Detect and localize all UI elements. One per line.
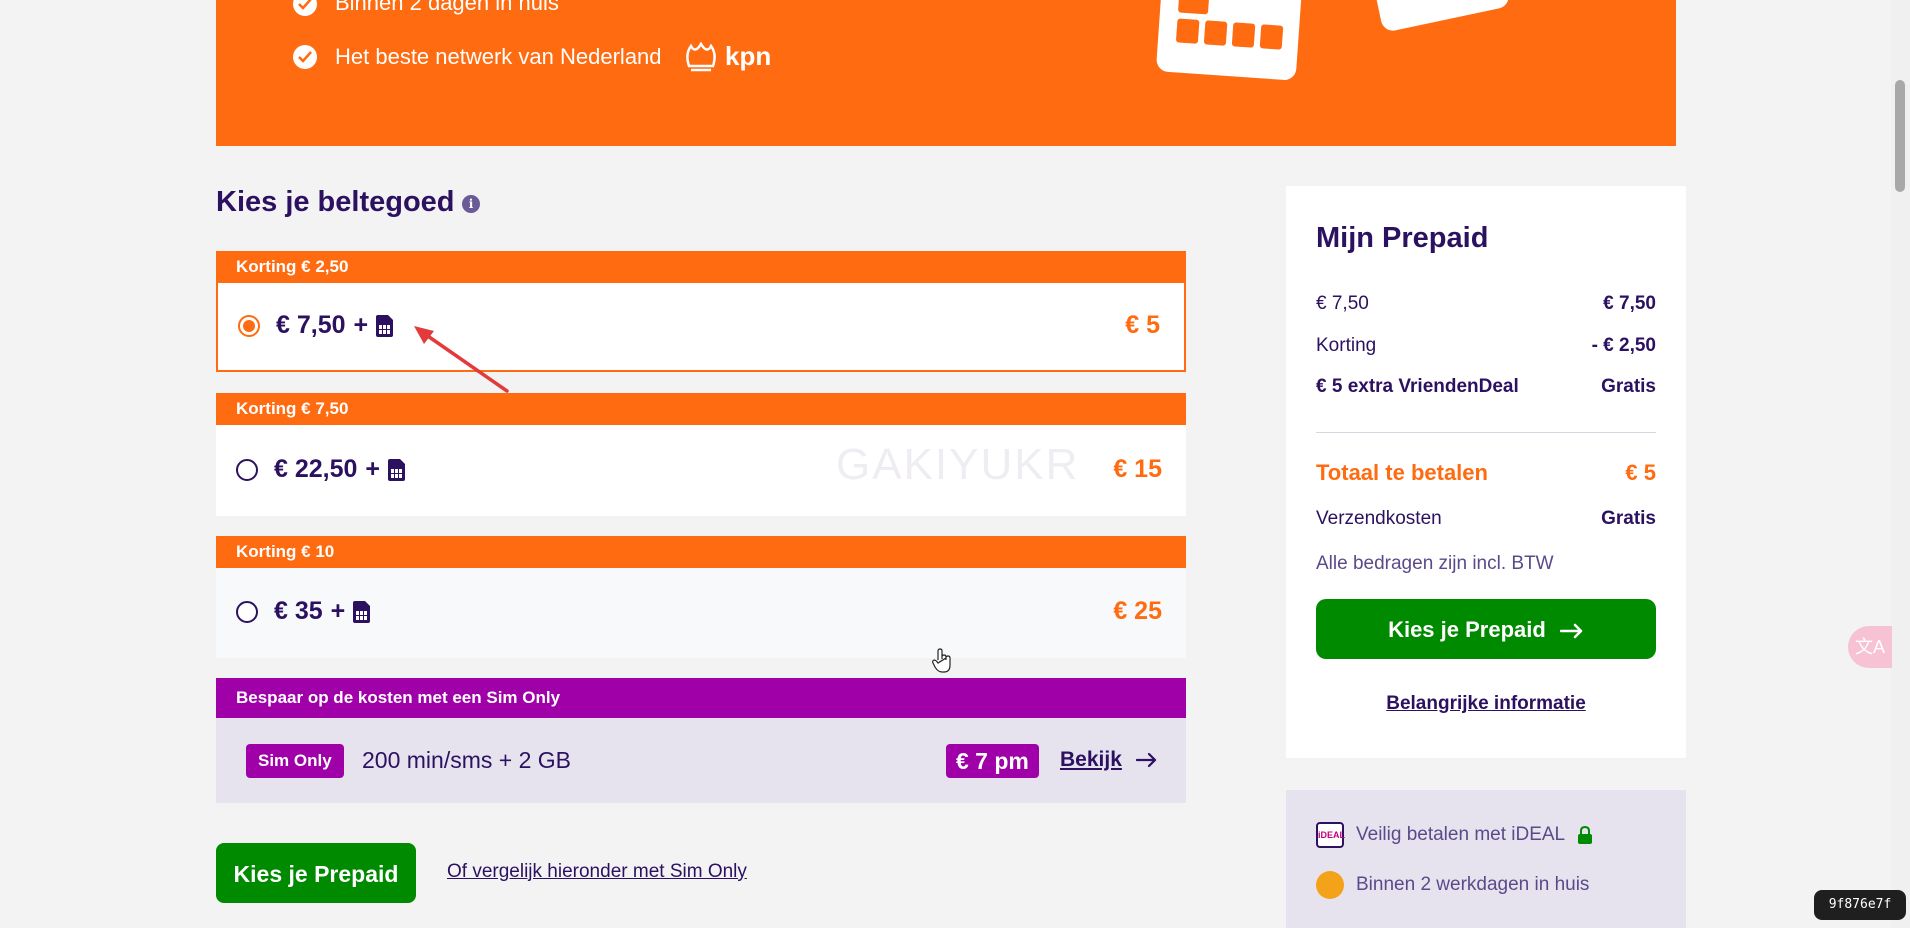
hero-banner: Binnen 2 dagen in huis Het beste netwerk… <box>216 0 1676 146</box>
button-label: Kies je Prepaid <box>1388 617 1546 642</box>
option-price: € 5 <box>1125 311 1160 339</box>
page-title: Kies je beltegoed <box>216 186 455 218</box>
lock-icon <box>1578 826 1593 844</box>
option-discount-label: Korting € 2,50 <box>216 251 1186 283</box>
summary-row-label: € 5 extra VriendenDeal <box>1316 376 1519 397</box>
trust-item-ideal: iDEAL Veilig betalen met iDEAL <box>1316 822 1593 848</box>
annotation-arrow <box>414 326 509 393</box>
divider <box>1316 432 1656 433</box>
hand-cursor-icon <box>932 648 951 673</box>
summary-row-label: Korting <box>1316 335 1377 356</box>
sim-card-icon <box>388 458 406 481</box>
sim-only-header: Bespaar op de kosten met een Sim Only <box>216 678 1186 718</box>
sim-card-illustration <box>1156 0 1509 80</box>
summary-title: Mijn Prepaid <box>1316 222 1489 254</box>
summary-row-value: - € 2,50 <box>1591 335 1656 356</box>
hero-benefit-delivery: Binnen 2 dagen in huis <box>335 0 559 15</box>
plus-sign: + <box>365 455 381 483</box>
kpn-wordmark: kpn <box>725 40 772 71</box>
important-info-link[interactable]: Belangrijke informatie <box>1286 693 1686 715</box>
plus-sign: + <box>330 597 346 625</box>
choose-prepaid-button[interactable]: Kies je Prepaid <box>216 843 416 903</box>
hero-benefit-network: Het beste netwerk van Nederland <box>335 44 662 69</box>
summary-shipping: Verzendkosten Gratis <box>1316 508 1656 530</box>
credit-option-7-50[interactable]: € 7,50 + € 5 <box>216 283 1186 372</box>
option-amount: € 35 <box>274 597 323 625</box>
trust-item-delivery: Binnen 2 werkdagen in huis <box>1316 871 1589 899</box>
info-icon[interactable]: i <box>462 195 480 213</box>
kpn-logo: kpn <box>683 34 771 78</box>
credit-option-35[interactable]: € 35 + € 25 <box>216 568 1186 658</box>
postnl-icon <box>1316 871 1344 899</box>
shipping-value: Gratis <box>1601 508 1656 529</box>
arrow-right-icon[interactable] <box>1136 752 1158 768</box>
option-amount-row: € 35 + <box>274 597 371 626</box>
trust-text: Binnen 2 werkdagen in huis <box>1356 874 1590 895</box>
ideal-icon: iDEAL <box>1316 822 1345 848</box>
summary-row-value: € 7,50 <box>1603 293 1656 314</box>
summary-total: Totaal te betalen € 5 <box>1316 460 1656 486</box>
crown-icon <box>686 41 716 72</box>
sim-card-icon <box>353 600 371 623</box>
check-icon <box>293 45 317 69</box>
compare-sim-only-link[interactable]: Of vergelijk hieronder met Sim Only <box>447 861 747 883</box>
summary-row: Korting - € 2,50 <box>1316 335 1656 357</box>
summary-row: € 5 extra VriendenDeal Gratis <box>1316 376 1656 398</box>
radio-button[interactable] <box>238 315 260 337</box>
option-discount-label: Korting € 10 <box>216 536 1186 568</box>
summary-row: € 7,50 € 7,50 <box>1316 293 1656 315</box>
radio-button[interactable] <box>236 601 258 623</box>
option-price: € 25 <box>1113 597 1162 625</box>
sim-only-promo: Sim Only 200 min/sms + 2 GB € 7 pm Bekij… <box>216 718 1186 803</box>
option-amount-row: € 22,50 + <box>274 455 406 484</box>
arrow-right-icon <box>1559 623 1583 639</box>
session-id-badge: 9f876e7f <box>1814 890 1906 920</box>
choose-prepaid-button[interactable]: Kies je Prepaid <box>1316 599 1656 659</box>
sim-only-view-link[interactable]: Bekijk <box>1060 748 1122 772</box>
total-label: Totaal te betalen <box>1316 460 1488 485</box>
option-amount-row: € 7,50 + <box>276 311 394 340</box>
option-price: € 15 <box>1113 455 1162 483</box>
sim-only-description: 200 min/sms + 2 GB <box>362 747 571 773</box>
option-discount-label: Korting € 7,50 <box>216 393 1186 425</box>
sim-only-price: € 7 pm <box>946 744 1039 778</box>
sim-only-badge: Sim Only <box>246 744 344 778</box>
sim-card-icon <box>376 314 394 337</box>
option-amount: € 7,50 <box>276 311 346 339</box>
trust-panel: iDEAL Veilig betalen met iDEAL Binnen 2 … <box>1286 790 1686 928</box>
total-value: € 5 <box>1625 460 1656 485</box>
translate-icon[interactable]: 文A <box>1848 626 1892 668</box>
scrollbar-thumb[interactable] <box>1895 80 1905 192</box>
option-amount: € 22,50 <box>274 455 358 483</box>
plus-sign: + <box>353 311 369 339</box>
trust-text: Veilig betalen met iDEAL <box>1356 824 1566 845</box>
check-icon <box>293 0 317 16</box>
shipping-label: Verzendkosten <box>1316 508 1442 529</box>
btw-note: Alle bedragen zijn incl. BTW <box>1316 553 1554 574</box>
summary-row-label: € 7,50 <box>1316 293 1369 314</box>
order-summary-card: Mijn Prepaid € 7,50 € 7,50 Korting - € 2… <box>1286 186 1686 758</box>
watermark: GAKIYUKR <box>836 440 1080 489</box>
radio-button[interactable] <box>236 459 258 481</box>
summary-row-value: Gratis <box>1601 376 1656 397</box>
